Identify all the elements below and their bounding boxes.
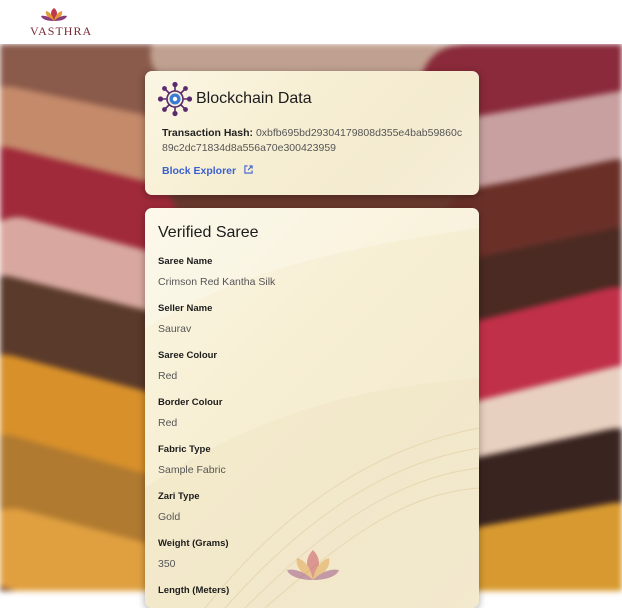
block-explorer-link[interactable]: Block Explorer	[162, 165, 253, 177]
field-label: Fabric Type	[158, 444, 211, 455]
field-weight: Weight (Grams) 350	[158, 538, 229, 570]
field-label: Saree Colour	[158, 350, 218, 361]
blockchain-network-icon	[157, 81, 193, 117]
field-length: Length (Meters)	[158, 585, 229, 605]
block-explorer-label: Block Explorer	[162, 165, 237, 177]
field-seller-name: Seller Name Saurav	[158, 303, 212, 335]
lotus-logo-icon	[41, 8, 67, 21]
field-value: Saurav	[158, 323, 192, 335]
transaction-hash-label: Transaction Hash:	[162, 127, 254, 139]
blockchain-data-card: Blockchain Data Transaction Hash: 0xbfb6…	[145, 71, 479, 195]
field-value: Red	[158, 417, 178, 429]
field-value: Crimson Red Kantha Silk	[158, 276, 276, 288]
blockchain-data-title: Blockchain Data	[196, 90, 312, 107]
field-value: Sample Fabric	[158, 464, 226, 476]
field-value: Gold	[158, 511, 181, 523]
verified-saree-card: Verified Saree Saree Name Crimson Red Ka…	[145, 208, 479, 608]
field-label: Zari Type	[158, 491, 200, 502]
field-value: 350	[158, 558, 176, 570]
field-saree-name: Saree Name Crimson Red Kantha Silk	[158, 256, 275, 288]
vasthra-logo[interactable]: VASTHRA	[28, 7, 91, 39]
field-zari-type: Zari Type Gold	[158, 491, 200, 523]
external-link-icon	[244, 165, 253, 177]
field-border-colour: Border Colour Red	[158, 397, 222, 429]
field-value: Red	[158, 370, 178, 382]
transaction-hash: Transaction Hash: 0xbfb695bd29304179808d…	[162, 126, 467, 156]
field-label: Saree Name	[158, 256, 213, 267]
field-label: Weight (Grams)	[158, 538, 229, 549]
logo-text: VASTHRA	[30, 24, 93, 38]
vasthra-watermark-logo	[275, 546, 351, 587]
top-header: VASTHRA	[0, 0, 622, 44]
field-saree-colour: Saree Colour Red	[158, 350, 217, 382]
lotus-watermark-icon	[287, 550, 339, 580]
field-label: Seller Name	[158, 303, 213, 314]
verified-saree-title: Verified Saree	[158, 224, 259, 241]
field-fabric-type: Fabric Type Sample Fabric	[158, 444, 226, 476]
field-label: Border Colour	[158, 397, 223, 408]
